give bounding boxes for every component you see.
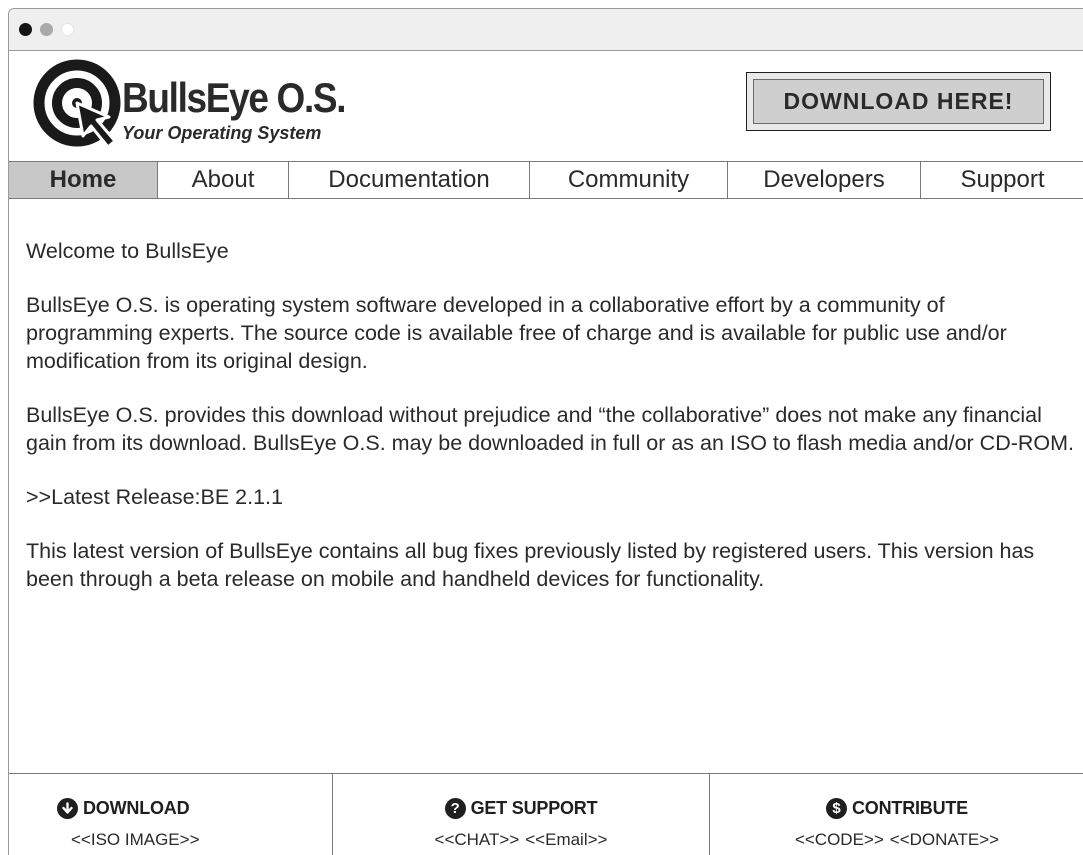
main-content: Welcome to BullsEye BullsEye O.S. is ope…: [26, 237, 1076, 619]
nav-community[interactable]: Community: [530, 162, 728, 198]
brand-tagline: Your Operating System: [122, 123, 322, 143]
email-link[interactable]: <<Email>>: [525, 830, 607, 850]
download-here-label: DOWNLOAD HERE!: [753, 79, 1044, 124]
nav-support[interactable]: Support: [921, 162, 1083, 198]
browser-window: BullsEye O.S. Your Operating System DOWN…: [8, 8, 1083, 855]
footer-download-heading[interactable]: DOWNLOAD: [9, 798, 332, 819]
title-bar: [9, 9, 1083, 51]
nav-documentation[interactable]: Documentation: [289, 162, 530, 198]
footer-contribute-title: CONTRIBUTE: [852, 798, 968, 818]
download-arrow-icon: [57, 798, 78, 819]
intro-paragraph: BullsEye O.S. is operating system softwa…: [26, 293, 1007, 373]
nav-about[interactable]: About: [158, 162, 289, 198]
iso-image-link[interactable]: <<ISO IMAGE>>: [71, 830, 200, 850]
code-link[interactable]: <<CODE>>: [795, 830, 884, 850]
dollar-icon: $: [826, 798, 847, 819]
close-dot[interactable]: [19, 23, 32, 36]
brand-name[interactable]: BullsEye O.S.: [122, 77, 346, 119]
disclaimer-paragraph: BullsEye O.S. provides this download wit…: [26, 403, 1075, 455]
footer-download-title: DOWNLOAD: [83, 798, 190, 818]
release-notes-paragraph: This latest version of BullsEye contains…: [26, 539, 1035, 591]
footer-contribute-section: $ CONTRIBUTE <<CODE>> <<DONATE>>: [710, 774, 1083, 855]
welcome-heading: Welcome to BullsEye: [26, 239, 229, 263]
main-nav: Home About Documentation Community Devel…: [9, 161, 1083, 199]
donate-link[interactable]: <<DONATE>>: [890, 830, 999, 850]
nav-home[interactable]: Home: [9, 162, 158, 198]
chat-link[interactable]: <<CHAT>>: [435, 830, 520, 850]
footer-support-title: GET SUPPORT: [470, 798, 598, 818]
footer-support-heading[interactable]: ? GET SUPPORT: [333, 798, 709, 819]
nav-developers[interactable]: Developers: [728, 162, 921, 198]
bullseye-logo-icon[interactable]: [31, 55, 131, 155]
download-here-button[interactable]: DOWNLOAD HERE!: [746, 72, 1051, 131]
minimize-dot[interactable]: [40, 23, 53, 36]
footer-contribute-heading[interactable]: $ CONTRIBUTE: [710, 798, 1083, 819]
footer-support-section: ? GET SUPPORT <<CHAT>> <<Email>>: [332, 774, 710, 855]
maximize-dot[interactable]: [61, 23, 74, 36]
question-icon: ?: [444, 798, 466, 819]
latest-release-link[interactable]: >>Latest Release:BE 2.1.1: [26, 483, 1076, 511]
footer-download-section: DOWNLOAD <<ISO IMAGE>>: [9, 774, 332, 855]
footer: DOWNLOAD <<ISO IMAGE>> ? GET SUPPORT <<C…: [9, 773, 1083, 855]
